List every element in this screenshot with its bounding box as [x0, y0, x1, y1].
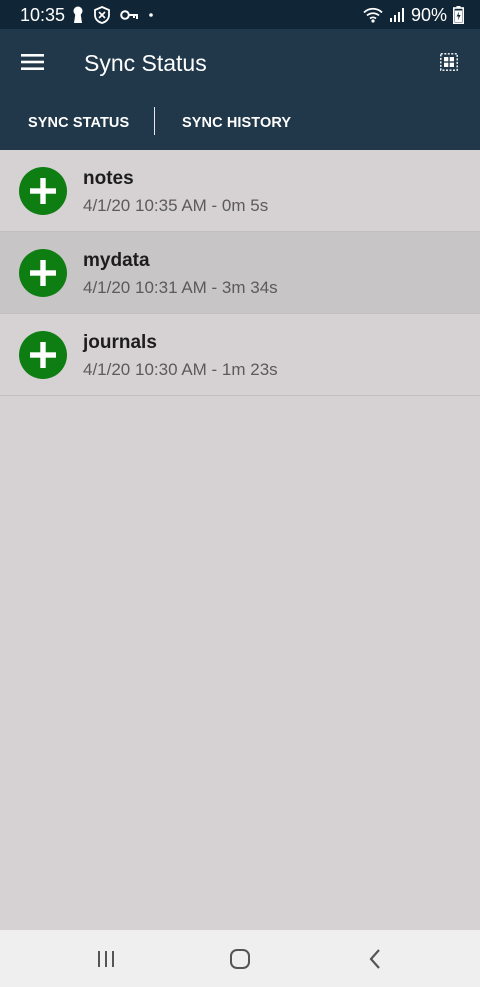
status-notification-icons — [72, 6, 154, 24]
keyhole-icon — [73, 6, 83, 23]
page-title: Sync Status — [84, 50, 207, 76]
item-detail: 4/1/20 10:35 AM - 0m 5s — [83, 196, 269, 215]
grid-view-button[interactable] — [432, 45, 466, 79]
item-detail: 4/1/20 10:30 AM - 1m 23s — [83, 360, 278, 379]
back-button[interactable] — [353, 938, 397, 980]
system-nav-bar — [0, 930, 480, 987]
add-circle-icon[interactable] — [19, 331, 67, 379]
status-system-icons: 90% — [363, 4, 464, 26]
dot-icon — [149, 13, 153, 17]
tab-divider — [154, 107, 155, 135]
tab-bar: SYNC STATUS SYNC HISTORY — [0, 95, 480, 150]
status-bar: 10:35 90% — [0, 0, 480, 29]
list-item-journals[interactable]: journals 4/1/20 10:30 AM - 1m 23s — [0, 314, 480, 396]
item-detail: 4/1/20 10:31 AM - 3m 34s — [83, 278, 278, 297]
back-icon — [369, 949, 380, 969]
home-icon — [230, 949, 250, 969]
add-circle-icon[interactable] — [19, 249, 67, 297]
hamburger-menu-icon — [21, 54, 44, 70]
tab-sync-history[interactable]: SYNC HISTORY — [182, 95, 291, 150]
recent-apps-icon — [98, 951, 114, 967]
battery-charging-icon — [453, 6, 464, 24]
item-name: mydata — [83, 250, 150, 271]
item-name: journals — [83, 332, 157, 353]
tab-sync-status[interactable]: SYNC STATUS — [28, 95, 129, 150]
add-circle-icon[interactable] — [19, 167, 67, 215]
key-icon — [120, 10, 138, 20]
battery-percent: 90% — [410, 5, 447, 25]
list-item-notes[interactable]: notes 4/1/20 10:35 AM - 0m 5s — [0, 150, 480, 232]
status-time: 10:35 — [20, 5, 66, 25]
wifi-icon — [363, 7, 383, 23]
app-bar: Sync Status — [0, 29, 480, 95]
grid-view-icon — [440, 53, 458, 71]
shield-icon — [94, 6, 110, 24]
menu-button[interactable] — [14, 43, 52, 81]
recent-apps-button[interactable] — [84, 938, 128, 980]
list-item-mydata[interactable]: mydata 4/1/20 10:31 AM - 3m 34s — [0, 232, 480, 314]
signal-icon — [389, 8, 404, 22]
home-button[interactable] — [218, 938, 262, 980]
sync-list: notes 4/1/20 10:35 AM - 0m 5s mydata 4/1… — [0, 150, 480, 396]
item-name: notes — [83, 168, 134, 189]
